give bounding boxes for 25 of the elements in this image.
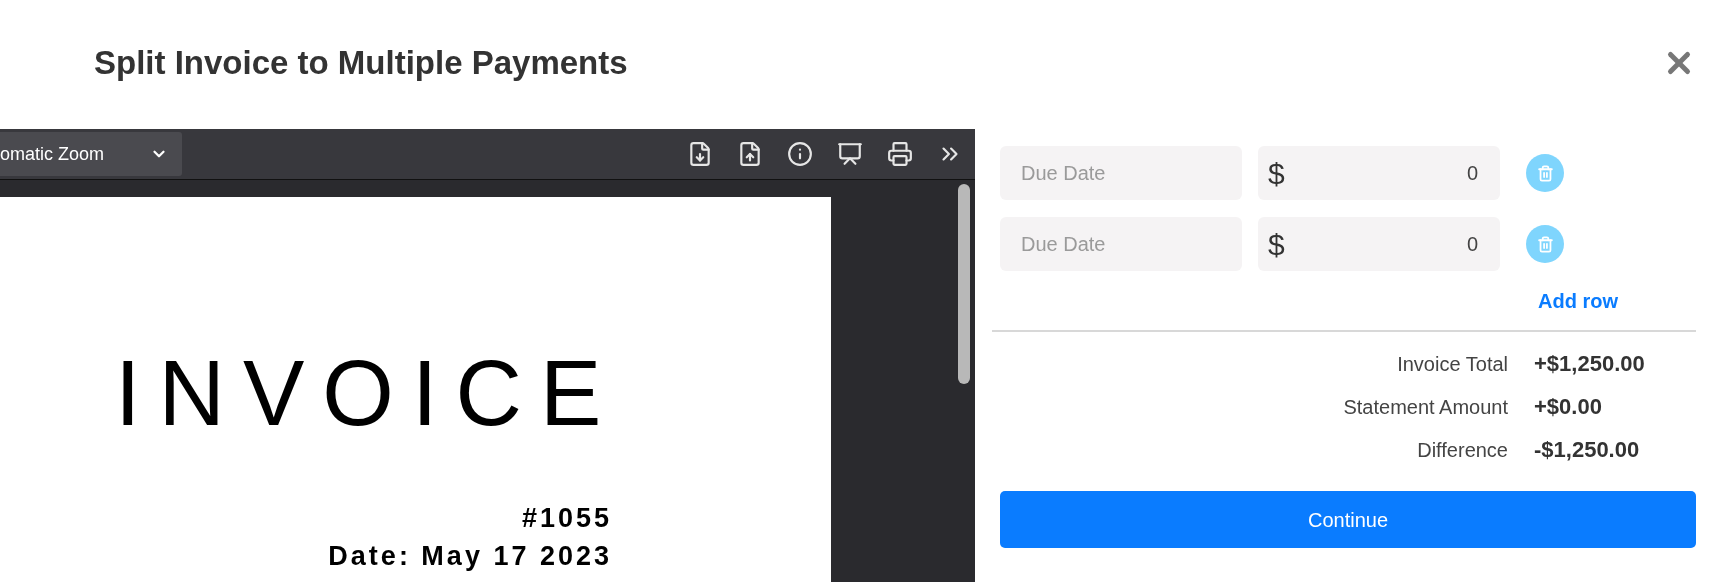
due-date-field[interactable]: Due Date	[1000, 217, 1242, 271]
total-value: -$1,250.00	[1534, 436, 1640, 464]
document-line: Date: May 17 2023	[328, 540, 612, 573]
document-line: #1055	[521, 502, 612, 535]
continue-button[interactable]: Continue	[1000, 491, 1696, 548]
total-label: Invoice Total	[1396, 351, 1508, 377]
total-value: +$1,250.00	[1534, 350, 1645, 378]
info-icon[interactable]	[787, 141, 813, 167]
total-value: +$0.00	[1534, 393, 1602, 421]
document-heading: INVOICE	[115, 347, 620, 439]
zoom-select[interactable]: omatic Zoom	[0, 132, 182, 176]
trash-icon	[1536, 235, 1554, 253]
total-label: Statement Amount	[1342, 394, 1508, 420]
download-icon[interactable]	[687, 141, 713, 167]
total-label: Difference	[1416, 437, 1508, 463]
trash-icon	[1536, 164, 1554, 182]
due-date-field[interactable]: Due Date	[1000, 146, 1242, 200]
add-row-link[interactable]: Add row	[1538, 286, 1618, 316]
amount-field[interactable]: $ 0	[1258, 217, 1500, 271]
upload-icon[interactable]	[737, 141, 763, 167]
dialog-title: Split Invoice to Multiple Payments	[94, 42, 628, 83]
amount-field[interactable]: $ 0	[1258, 146, 1500, 200]
presentation-icon[interactable]	[837, 141, 863, 167]
print-icon[interactable]	[887, 141, 913, 167]
scrollbar-thumb[interactable]	[958, 184, 970, 384]
